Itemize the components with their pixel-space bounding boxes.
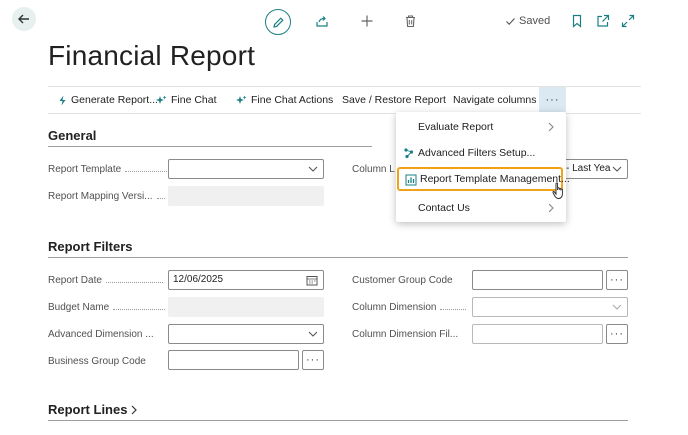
report-mapping-version-label: Report Mapping Versi... — [48, 191, 165, 202]
chevron-down-icon — [308, 166, 318, 172]
column-dimension-select[interactable] — [472, 297, 628, 317]
pencil-icon — [272, 16, 284, 28]
hand-cursor-icon — [552, 182, 563, 199]
more-options-button[interactable]: ··· — [539, 87, 566, 113]
arrow-left-icon — [18, 14, 29, 24]
edit-button[interactable] — [265, 9, 291, 35]
budget-name-field — [168, 297, 324, 317]
report-chart-icon — [405, 174, 417, 186]
ellipsis-icon: ··· — [610, 328, 624, 340]
checkmark-icon — [506, 17, 515, 25]
plus-icon — [361, 15, 373, 27]
save-restore-report-label: Save / Restore Report — [342, 94, 446, 106]
report-template-select[interactable] — [168, 159, 324, 179]
saved-label: Saved — [519, 15, 551, 27]
column-dimension-filter-lookup-button[interactable]: ··· — [606, 324, 628, 344]
page-title: Financial Report — [48, 40, 256, 71]
advanced-dimension-label: Advanced Dimension ... — [48, 329, 154, 340]
chevron-down-icon — [612, 165, 622, 173]
ellipsis-icon: ··· — [610, 274, 624, 286]
column-dimension-filter-label: Column Dimension Fil... — [352, 329, 459, 340]
ellipsis-icon: ··· — [306, 354, 320, 366]
trash-icon — [405, 15, 415, 28]
business-group-code-label: Business Group Code — [48, 356, 146, 367]
more-options-menu: Evaluate Report Advanced Filters Setup..… — [396, 112, 570, 222]
menu-item-label: Advanced Filters Setup... — [418, 147, 536, 159]
save-restore-report-action[interactable]: Save / Restore Report — [342, 87, 446, 113]
generate-report-action[interactable]: Generate Report... — [58, 87, 158, 113]
customer-group-code-field[interactable] — [472, 270, 603, 290]
generate-report-label: Generate Report... — [71, 94, 158, 106]
fine-chat-actions-action[interactable]: Fine Chat Actions — [236, 87, 333, 113]
menu-item-advanced-filters-setup[interactable]: Advanced Filters Setup... — [396, 141, 566, 165]
section-divider — [48, 420, 628, 421]
section-divider — [48, 257, 628, 258]
menu-item-evaluate-report[interactable]: Evaluate Report — [396, 115, 566, 139]
delete-button[interactable] — [399, 10, 421, 32]
bookmark-icon — [572, 14, 582, 28]
share-icon — [316, 16, 328, 27]
report-template-label: Report Template — [48, 164, 176, 175]
report-date-label: Report Date — [48, 275, 163, 286]
budget-name-label: Budget Name — [48, 302, 166, 313]
filter-settings-icon — [404, 148, 414, 159]
column-layout-select[interactable]: - Last Yea — [560, 159, 628, 179]
column-layout-label: Column L — [352, 164, 395, 175]
business-group-code-field[interactable] — [168, 350, 299, 370]
chevron-right-icon — [548, 122, 554, 132]
expand-button[interactable] — [617, 10, 639, 32]
navigate-columns-action[interactable]: Navigate columns — [453, 87, 536, 113]
lightning-icon — [59, 95, 66, 105]
report-mapping-version-field — [168, 186, 324, 206]
menu-item-contact-us[interactable]: Contact Us — [396, 196, 566, 220]
column-dimension-label: Column Dimension — [352, 302, 467, 313]
fine-chat-action[interactable]: Fine Chat — [156, 87, 217, 113]
customer-group-lookup-button[interactable]: ··· — [606, 270, 628, 290]
sparkle-icon — [236, 95, 247, 104]
saved-status: Saved — [505, 15, 550, 27]
advanced-dimension-select[interactable] — [168, 324, 324, 344]
open-in-new-icon — [597, 14, 610, 27]
expand-icon — [621, 14, 635, 28]
chevron-down-icon — [612, 304, 622, 310]
menu-item-label: Contact Us — [418, 202, 470, 214]
report-date-field[interactable]: 12/06/2025 — [168, 270, 324, 290]
menu-item-label: Report Template Management... — [420, 173, 570, 185]
bookmark-button[interactable] — [566, 10, 588, 32]
share-button[interactable] — [311, 10, 333, 32]
chevron-right-icon — [548, 203, 554, 213]
fine-chat-actions-label: Fine Chat Actions — [251, 94, 334, 106]
business-group-lookup-button[interactable]: ··· — [302, 350, 324, 370]
fine-chat-label: Fine Chat — [171, 94, 217, 106]
section-title-general: General — [48, 128, 97, 143]
navigate-columns-label: Navigate columns — [453, 94, 537, 106]
action-bar: Generate Report... Fine Chat Fine Chat A… — [48, 86, 641, 114]
customer-group-code-label: Customer Group Code — [352, 275, 453, 286]
section-title-report-lines[interactable]: Report Lines — [48, 402, 138, 417]
column-dimension-filter-field[interactable] — [472, 324, 603, 344]
more-options-label: ··· — [545, 94, 560, 106]
menu-item-report-template-management[interactable]: Report Template Management... — [397, 167, 570, 191]
open-new-window-button[interactable] — [592, 10, 614, 32]
new-button[interactable] — [356, 10, 378, 32]
section-divider — [48, 146, 372, 147]
sparkle-icon — [156, 95, 167, 104]
chevron-right-icon — [132, 405, 138, 414]
report-lines-label: Report Lines — [48, 402, 128, 417]
section-title-report-filters: Report Filters — [48, 239, 133, 254]
calendar-icon[interactable] — [306, 275, 318, 286]
menu-item-label: Evaluate Report — [418, 121, 494, 133]
back-button[interactable] — [12, 7, 36, 31]
chevron-down-icon — [308, 331, 318, 337]
